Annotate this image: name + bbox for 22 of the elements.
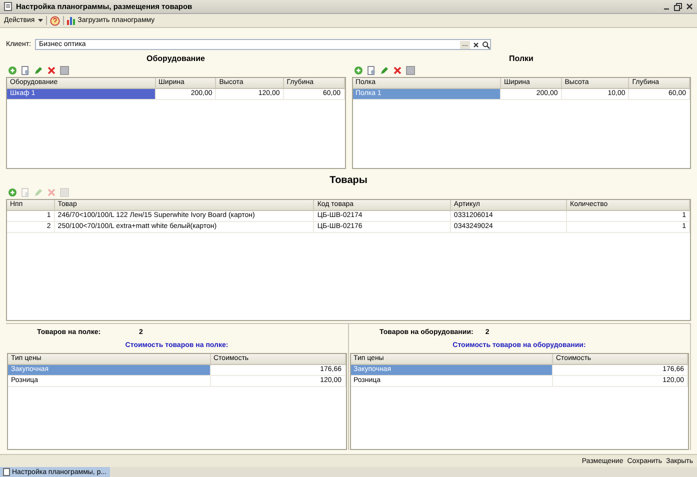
- app-icon: [3, 468, 10, 476]
- app-icon: [4, 2, 12, 11]
- search-icon[interactable]: [482, 40, 490, 48]
- section-title: Товары: [328, 175, 368, 186]
- close-icon[interactable]: [686, 3, 693, 10]
- copy-icon[interactable]: [366, 66, 376, 75]
- copy-icon[interactable]: [21, 66, 30, 75]
- help-icon[interactable]: [50, 16, 60, 26]
- section-title: Полки: [508, 54, 534, 63]
- section-title: Оборудование: [145, 54, 206, 63]
- clear-icon[interactable]: [472, 40, 480, 48]
- pencil-icon[interactable]: [34, 66, 43, 75]
- restore-icon[interactable]: [674, 2, 682, 10]
- delete-icon[interactable]: [392, 66, 402, 75]
- pencil-icon[interactable]: [380, 66, 388, 75]
- caret-icon: [38, 18, 43, 22]
- add-icon[interactable]: [354, 66, 362, 75]
- square-icon[interactable]: [406, 66, 414, 75]
- chart-icon: [66, 16, 76, 25]
- add-icon[interactable]: [8, 188, 17, 197]
- delete-icon[interactable]: [47, 66, 56, 75]
- add-icon[interactable]: [8, 66, 17, 75]
